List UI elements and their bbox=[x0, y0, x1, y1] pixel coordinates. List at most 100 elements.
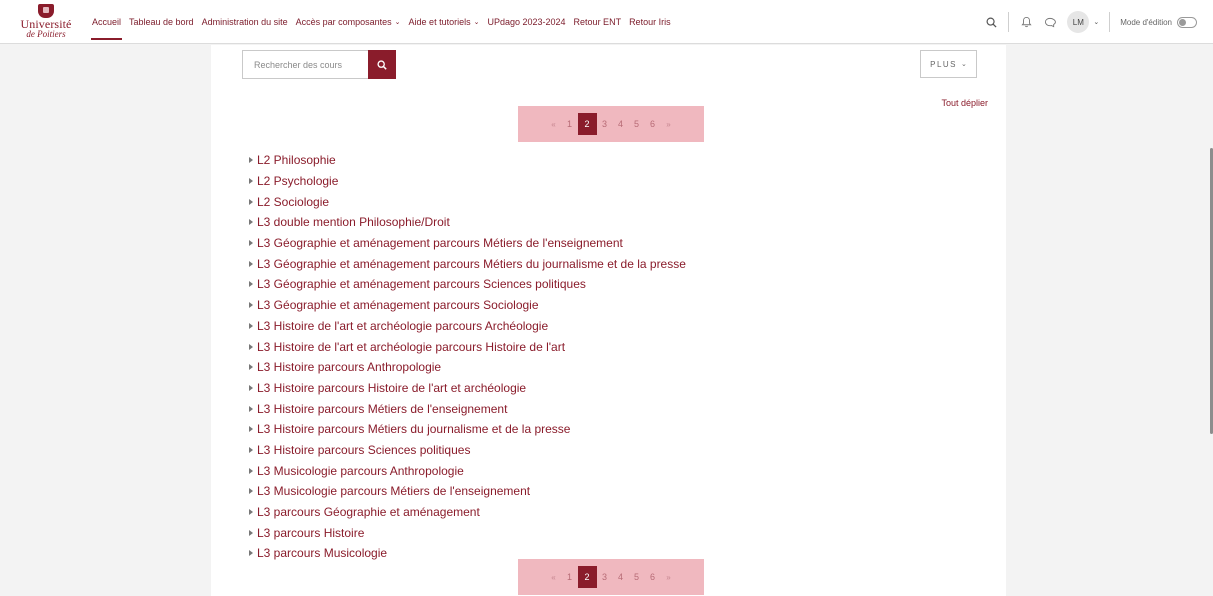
caret-right-icon[interactable] bbox=[249, 343, 253, 350]
caret-right-icon[interactable] bbox=[249, 219, 253, 226]
university-logo[interactable]: Université de Poitiers bbox=[14, 4, 78, 40]
course-category-item[interactable]: L3 Histoire parcours Anthropologie bbox=[249, 357, 686, 378]
course-category-link[interactable]: L3 Géographie et aménagement parcours Sc… bbox=[257, 277, 586, 291]
course-category-link[interactable]: L3 Histoire parcours Anthropologie bbox=[257, 360, 441, 374]
pagination-page[interactable]: 6 bbox=[645, 566, 661, 588]
course-category-item[interactable]: L3 Musicologie parcours Anthropologie bbox=[249, 460, 686, 481]
nav-item-5[interactable]: UPdago 2023-2024 bbox=[483, 0, 569, 44]
course-category-link[interactable]: L3 Histoire parcours Métiers de l'enseig… bbox=[257, 402, 507, 416]
course-category-link[interactable]: L3 Géographie et aménagement parcours So… bbox=[257, 298, 539, 312]
caret-right-icon[interactable] bbox=[249, 509, 253, 516]
caret-right-icon[interactable] bbox=[249, 157, 253, 164]
caret-right-icon[interactable] bbox=[249, 302, 253, 309]
pagination-current-page[interactable]: 2 bbox=[577, 113, 597, 135]
caret-right-icon[interactable] bbox=[249, 178, 253, 185]
pagination-page[interactable]: 5 bbox=[629, 113, 645, 135]
edit-mode-toggle[interactable] bbox=[1177, 16, 1197, 28]
pagination-page[interactable]: 4 bbox=[613, 113, 629, 135]
course-category-link[interactable]: L3 Géographie et aménagement parcours Mé… bbox=[257, 257, 686, 271]
course-category-link[interactable]: L3 Histoire parcours Sciences politiques bbox=[257, 443, 470, 457]
chevron-down-icon: ⌄ bbox=[1093, 19, 1100, 26]
course-category-item[interactable]: L3 Histoire de l'art et archéologie parc… bbox=[249, 336, 686, 357]
pagination-top: «1 2 3 4 5 6» bbox=[518, 106, 704, 142]
course-category-link[interactable]: L3 Histoire de l'art et archéologie parc… bbox=[257, 319, 548, 333]
bell-icon[interactable] bbox=[1019, 15, 1033, 29]
course-category-link[interactable]: L3 Histoire parcours Métiers du journali… bbox=[257, 422, 570, 436]
course-category-item[interactable]: L3 Histoire parcours Sciences politiques bbox=[249, 440, 686, 461]
nav-item-7[interactable]: Retour Iris bbox=[625, 0, 675, 44]
search-button[interactable] bbox=[368, 50, 396, 79]
course-category-item[interactable]: L3 Histoire parcours Métiers du journali… bbox=[249, 419, 686, 440]
course-category-item[interactable]: L3 Géographie et aménagement parcours Mé… bbox=[249, 233, 686, 254]
edit-mode-label: Mode d'édition bbox=[1120, 17, 1172, 27]
more-button[interactable]: PLUS ⌄ bbox=[920, 50, 977, 78]
course-category-link[interactable]: L2 Philosophie bbox=[257, 153, 336, 167]
course-category-item[interactable]: L3 Géographie et aménagement parcours So… bbox=[249, 295, 686, 316]
course-category-link[interactable]: L2 Psychologie bbox=[257, 174, 338, 188]
course-category-link[interactable]: L2 Sociologie bbox=[257, 195, 329, 209]
caret-right-icon[interactable] bbox=[249, 550, 253, 557]
course-category-link[interactable]: L3 Histoire de l'art et archéologie parc… bbox=[257, 340, 565, 354]
expand-all-link[interactable]: Tout déplier bbox=[941, 98, 988, 108]
caret-right-icon[interactable] bbox=[249, 467, 253, 474]
course-category-item[interactable]: L3 parcours Géographie et aménagement bbox=[249, 502, 686, 523]
caret-right-icon[interactable] bbox=[249, 384, 253, 391]
course-category-link[interactable]: L3 parcours Histoire bbox=[257, 526, 364, 540]
nav-item-4[interactable]: Aide et tutoriels ⌄ bbox=[405, 0, 484, 44]
pagination-next[interactable]: » bbox=[661, 113, 677, 135]
nav-item-1[interactable]: Tableau de bord bbox=[125, 0, 198, 44]
pagination-page[interactable]: 3 bbox=[597, 113, 613, 135]
course-category-item[interactable]: L3 parcours Histoire bbox=[249, 522, 686, 543]
course-category-link[interactable]: L3 double mention Philosophie/Droit bbox=[257, 215, 450, 229]
course-category-item[interactable]: L3 Histoire de l'art et archéologie parc… bbox=[249, 316, 686, 337]
chat-bubble-icon[interactable] bbox=[1043, 15, 1057, 29]
course-category-link[interactable]: L3 parcours Géographie et aménagement bbox=[257, 505, 480, 519]
pagination-page[interactable]: 5 bbox=[629, 566, 645, 588]
nav-item-label: UPdago 2023-2024 bbox=[487, 17, 566, 27]
caret-right-icon[interactable] bbox=[249, 488, 253, 495]
course-category-item[interactable]: L3 Géographie et aménagement parcours Mé… bbox=[249, 253, 686, 274]
course-category-link[interactable]: L3 Géographie et aménagement parcours Mé… bbox=[257, 236, 623, 250]
nav-item-label: Administration du site bbox=[201, 17, 288, 27]
pagination-next[interactable]: » bbox=[661, 566, 677, 588]
caret-right-icon[interactable] bbox=[249, 405, 253, 412]
search-input[interactable] bbox=[242, 50, 368, 79]
caret-right-icon[interactable] bbox=[249, 364, 253, 371]
caret-right-icon[interactable] bbox=[249, 322, 253, 329]
avatar[interactable]: LM bbox=[1067, 11, 1090, 33]
top-navbar: Université de Poitiers Accueil Tableau de… bbox=[0, 0, 1213, 44]
course-category-item[interactable]: L3 Musicologie parcours Métiers de l'ens… bbox=[249, 481, 686, 502]
pagination-page[interactable]: 1 bbox=[562, 566, 578, 588]
course-category-item[interactable]: L2 Philosophie bbox=[249, 150, 686, 171]
nav-item-0[interactable]: Accueil bbox=[88, 0, 125, 44]
pagination-prev[interactable]: « bbox=[546, 113, 562, 135]
course-category-link[interactable]: L3 Musicologie parcours Anthropologie bbox=[257, 464, 464, 478]
caret-right-icon[interactable] bbox=[249, 240, 253, 247]
course-category-link[interactable]: L3 parcours Musicologie bbox=[257, 546, 387, 560]
course-category-item[interactable]: L3 Histoire parcours Métiers de l'enseig… bbox=[249, 398, 686, 419]
search-icon[interactable] bbox=[984, 15, 998, 29]
user-menu[interactable]: LM ⌄ bbox=[1067, 11, 1099, 33]
nav-item-3[interactable]: Accès par composantes ⌄ bbox=[292, 0, 405, 44]
pagination-page[interactable]: 1 bbox=[562, 113, 578, 135]
course-category-item[interactable]: L2 Sociologie bbox=[249, 191, 686, 212]
caret-right-icon[interactable] bbox=[249, 529, 253, 536]
pagination-current-page[interactable]: 2 bbox=[577, 566, 597, 588]
course-category-item[interactable]: L3 Histoire parcours Histoire de l'art e… bbox=[249, 378, 686, 399]
pagination-prev[interactable]: « bbox=[546, 566, 562, 588]
course-category-item[interactable]: L3 Géographie et aménagement parcours Sc… bbox=[249, 274, 686, 295]
caret-right-icon[interactable] bbox=[249, 446, 253, 453]
caret-right-icon[interactable] bbox=[249, 260, 253, 267]
caret-right-icon[interactable] bbox=[249, 426, 253, 433]
course-category-item[interactable]: L3 double mention Philosophie/Droit bbox=[249, 212, 686, 233]
pagination-page[interactable]: 3 bbox=[597, 566, 613, 588]
caret-right-icon[interactable] bbox=[249, 281, 253, 288]
course-category-item[interactable]: L2 Psychologie bbox=[249, 171, 686, 192]
pagination-page[interactable]: 4 bbox=[613, 566, 629, 588]
course-category-link[interactable]: L3 Musicologie parcours Métiers de l'ens… bbox=[257, 484, 530, 498]
caret-right-icon[interactable] bbox=[249, 198, 253, 205]
pagination-page[interactable]: 6 bbox=[645, 113, 661, 135]
nav-item-2[interactable]: Administration du site bbox=[198, 0, 292, 44]
nav-item-6[interactable]: Retour ENT bbox=[570, 0, 626, 44]
course-category-link[interactable]: L3 Histoire parcours Histoire de l'art e… bbox=[257, 381, 526, 395]
